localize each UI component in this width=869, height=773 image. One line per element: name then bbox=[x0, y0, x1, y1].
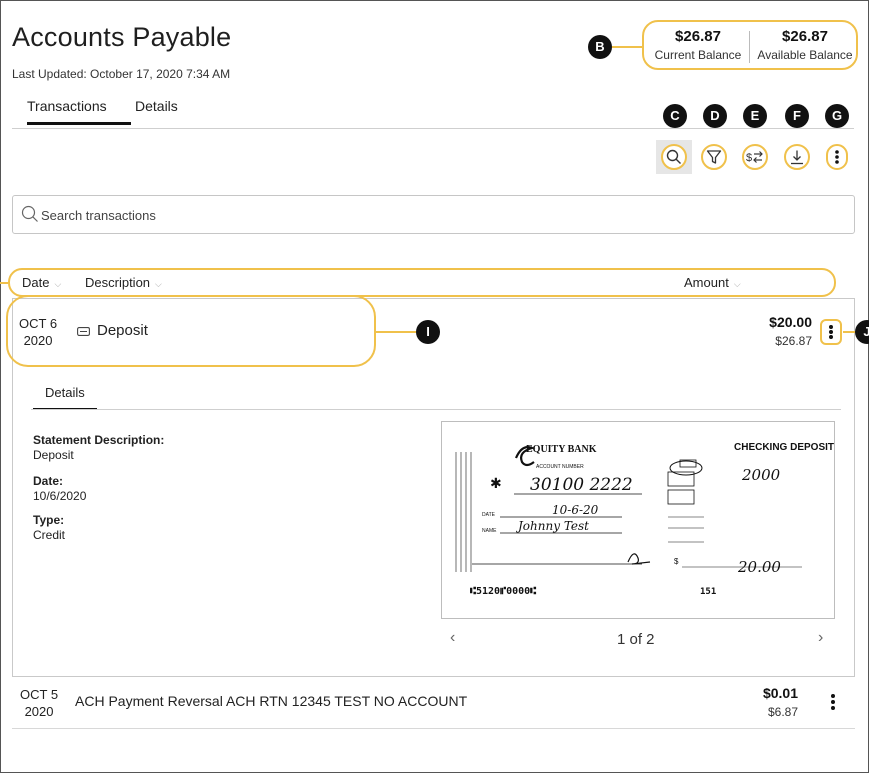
check-account-number: 30100 2222 bbox=[530, 475, 633, 495]
row-divider bbox=[12, 728, 855, 729]
dot bbox=[831, 694, 835, 698]
balance-summary: $26.87 Current Balance $26.87 Available … bbox=[642, 20, 858, 70]
tab-bar: Transactions Details bbox=[12, 98, 854, 129]
check-date-label: DATE bbox=[482, 512, 496, 518]
page-title: Accounts Payable bbox=[12, 22, 232, 52]
transaction-date-year: 2020 bbox=[24, 704, 54, 719]
transaction-detail-date: Date: 10/6/2020 bbox=[33, 474, 86, 504]
svg-text:$: $ bbox=[674, 557, 679, 566]
amount-column-header[interactable]: Amount ⌵ bbox=[684, 275, 741, 290]
transaction-amounts: $20.00 $26.87 bbox=[769, 314, 812, 348]
check-image[interactable]: EQUITY BANK ACCOUNT NUMBER CHECKING DEPO… bbox=[441, 421, 835, 619]
callout-i-leader bbox=[376, 331, 416, 333]
detail-date-value: 10/6/2020 bbox=[33, 489, 87, 503]
description-column-label: Description bbox=[85, 275, 151, 290]
check-bank-name: EQUITY BANK bbox=[526, 444, 597, 455]
current-balance: $26.87 Current Balance bbox=[648, 28, 748, 62]
transaction-amount: $0.01 bbox=[762, 685, 798, 701]
current-balance-amount: $26.87 bbox=[675, 28, 721, 45]
amount-column-label: Amount bbox=[684, 275, 729, 290]
transaction-date-md: OCT 5 bbox=[20, 687, 59, 702]
check-micr-right: 151 bbox=[700, 587, 716, 597]
transfer-icon: $ bbox=[746, 151, 763, 164]
check-drawing: EQUITY BANK ACCOUNT NUMBER CHECKING DEPO… bbox=[455, 442, 834, 597]
check-cash-amount: 2000 bbox=[741, 466, 781, 484]
tab-transactions[interactable]: Transactions bbox=[27, 98, 131, 125]
last-updated: Last Updated: October 17, 2020 7:34 AM bbox=[12, 67, 231, 81]
check-name: Johnny Test bbox=[515, 519, 589, 533]
search-icon bbox=[21, 205, 38, 222]
transaction-amount: $20.00 bbox=[769, 314, 812, 330]
check-date: 10-6-20 bbox=[552, 503, 599, 517]
date-column-header[interactable]: Date ⌵ bbox=[22, 275, 61, 290]
statement-description: Statement Description: Deposit bbox=[33, 433, 164, 463]
check-side-text bbox=[455, 452, 472, 572]
callout-b: B bbox=[588, 35, 612, 59]
description-column-header[interactable]: Description ⌵ bbox=[85, 275, 162, 290]
transaction-date: OCT 5 2020 bbox=[20, 686, 58, 720]
current-balance-label: Current Balance bbox=[654, 48, 742, 62]
transaction-amounts: $0.01 $6.87 bbox=[763, 685, 798, 719]
search-icon bbox=[666, 149, 681, 164]
callout-f: F bbox=[785, 104, 809, 128]
check-micr-line: ⑆5120⑈0000⑆ bbox=[470, 586, 536, 597]
transaction-detail-type: Type: Credit bbox=[33, 513, 65, 543]
callout-c: C bbox=[663, 104, 687, 128]
filter-icon bbox=[706, 150, 722, 164]
transaction-description[interactable]: ACH Payment Reversal ACH RTN 12345 TEST … bbox=[75, 693, 467, 709]
dot bbox=[829, 335, 833, 339]
callout-d: D bbox=[703, 104, 727, 128]
available-balance-amount: $26.87 bbox=[782, 28, 828, 45]
dot bbox=[831, 706, 835, 710]
check-account-number-label: ACCOUNT NUMBER bbox=[536, 464, 584, 470]
next-image-button[interactable]: › bbox=[818, 629, 823, 647]
balance-divider bbox=[749, 31, 750, 63]
tab-details[interactable]: Details bbox=[135, 98, 178, 122]
svg-text:✱: ✱ bbox=[490, 475, 502, 491]
details-divider bbox=[31, 409, 841, 410]
sort-caret-icon: ⌵ bbox=[733, 279, 741, 289]
dot bbox=[829, 330, 833, 334]
callout-i: I bbox=[416, 320, 440, 344]
header-row-leader bbox=[0, 282, 8, 284]
dot bbox=[829, 325, 833, 329]
statement-description-label: Statement Description: bbox=[33, 433, 165, 447]
transaction-running-balance: $26.87 bbox=[775, 334, 812, 348]
previous-image-button[interactable]: ‹ bbox=[450, 629, 455, 647]
callout-b-leader bbox=[612, 46, 642, 48]
more-icon bbox=[835, 150, 839, 164]
check-heading: CHECKING DEPOSIT bbox=[734, 442, 834, 453]
detail-date-label: Date: bbox=[33, 474, 64, 488]
transfer-button[interactable]: $ bbox=[742, 144, 768, 170]
details-subtab[interactable]: Details bbox=[33, 385, 97, 410]
detail-type-value: Credit bbox=[33, 528, 66, 542]
svg-text:$: $ bbox=[746, 152, 752, 164]
detail-type-label: Type: bbox=[33, 513, 65, 527]
more-options-button[interactable] bbox=[826, 144, 848, 170]
sort-caret-icon: ⌵ bbox=[54, 279, 62, 289]
search-field[interactable] bbox=[12, 195, 855, 234]
transaction-running-balance: $6.87 bbox=[767, 705, 798, 719]
column-header-row: Date ⌵ Description ⌵ Amount ⌵ bbox=[8, 268, 836, 297]
image-pager: 1 of 2 bbox=[617, 631, 655, 648]
statement-description-value: Deposit bbox=[33, 448, 74, 462]
dot bbox=[831, 700, 835, 704]
available-balance-label: Available Balance bbox=[757, 48, 853, 62]
download-icon bbox=[791, 150, 803, 165]
sort-caret-icon: ⌵ bbox=[155, 279, 162, 289]
transaction-menu-button[interactable] bbox=[820, 319, 842, 345]
date-column-label: Date bbox=[22, 275, 50, 290]
transaction-row-highlight bbox=[6, 295, 376, 367]
search-button[interactable] bbox=[661, 144, 687, 170]
filter-button[interactable] bbox=[701, 144, 727, 170]
download-button[interactable] bbox=[784, 144, 810, 170]
available-balance: $26.87 Available Balance bbox=[754, 28, 856, 62]
callout-g: G bbox=[825, 104, 849, 128]
check-name-label: NAME bbox=[482, 528, 497, 534]
callout-e: E bbox=[743, 104, 767, 128]
transaction-menu-button[interactable] bbox=[824, 690, 842, 714]
search-input[interactable] bbox=[41, 204, 821, 226]
